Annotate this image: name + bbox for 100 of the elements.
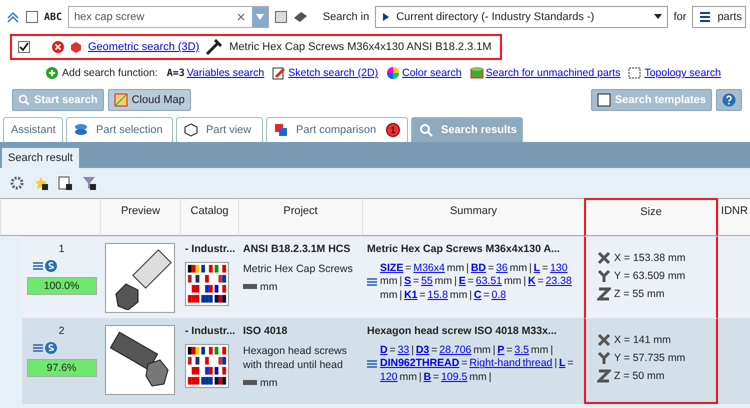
- value-link[interactable]: 63.51: [476, 275, 502, 288]
- unit-label: mm: [260, 280, 278, 293]
- summary-text: =: [419, 288, 426, 301]
- summary-text: =: [542, 262, 548, 274]
- target-select[interactable]: parts: [692, 6, 746, 28]
- cloud-map-button[interactable]: Cloud Map: [108, 89, 191, 111]
- parameter-link[interactable]: E: [458, 275, 466, 288]
- count-badge: 1: [386, 123, 400, 137]
- match-score: 97.6%: [26, 359, 96, 377]
- value-link[interactable]: 28.706: [439, 344, 472, 356]
- geometric-search-link[interactable]: Geometric search (3D): [88, 41, 200, 53]
- parameter-link[interactable]: K1: [404, 288, 418, 301]
- catalog-name: - Industr...: [185, 325, 233, 339]
- cylinder-icon: [470, 66, 484, 80]
- gear-icon[interactable]: [10, 176, 24, 190]
- summary-text: |: [554, 357, 558, 370]
- summary-text: =: [506, 344, 512, 356]
- summary-text: =: [468, 275, 474, 288]
- value-link[interactable]: 36: [496, 262, 508, 274]
- parameter-link[interactable]: B: [424, 370, 432, 383]
- match-score: 100.0%: [26, 277, 96, 295]
- search-function-link[interactable]: Topology search: [644, 67, 721, 79]
- tab[interactable]: Assistant: [3, 117, 63, 142]
- flags-drawing: [185, 262, 229, 306]
- search-box[interactable]: hex cap screw: [68, 6, 269, 28]
- filter-checkbox[interactable]: [18, 41, 30, 53]
- parameter-link[interactable]: BD: [470, 262, 486, 274]
- value-link[interactable]: 130: [550, 262, 568, 274]
- summary-text: =: [433, 370, 440, 383]
- y-axis-icon: [597, 351, 611, 365]
- size-value: X = 153.38 mm: [614, 252, 686, 264]
- parts-icon: [274, 123, 288, 137]
- project-description: Hexagon head screws with thread until head: [243, 344, 348, 372]
- value-link[interactable]: 109.5: [441, 370, 468, 383]
- summary-text: mm |: [446, 262, 469, 274]
- directory-select[interactable]: Current directory (- Industry Standards -): [375, 6, 668, 28]
- value-link[interactable]: Right-hand thread: [469, 357, 552, 370]
- parameter-link[interactable]: K: [528, 275, 536, 288]
- y-axis-icon: [597, 269, 611, 283]
- color-wheel-icon: [386, 66, 400, 80]
- parameter-link[interactable]: D3: [416, 344, 430, 356]
- size-value: Y = 57.735 mm: [614, 352, 686, 364]
- value-link[interactable]: 120: [380, 370, 398, 383]
- parameter-link[interactable]: S: [404, 275, 412, 288]
- sketch-icon: [272, 66, 286, 80]
- summary-text: mm |: [530, 344, 554, 356]
- filter-save-icon[interactable]: [82, 176, 96, 190]
- clear-icon[interactable]: [236, 12, 246, 22]
- project-description: Metric Hex Cap Screws: [243, 262, 354, 276]
- star-save-icon[interactable]: [34, 176, 48, 190]
- parameter-link[interactable]: L: [534, 262, 540, 274]
- menu-icon: [33, 260, 43, 272]
- templates-icon: [596, 93, 611, 107]
- parameter-link[interactable]: SIZE: [380, 262, 404, 274]
- abc-checkbox[interactable]: [26, 11, 38, 23]
- tab[interactable]: Part comparison 1: [266, 117, 408, 142]
- tab[interactable]: Part selection: [66, 117, 173, 142]
- column-header[interactable]: Size: [640, 206, 662, 235]
- column-header[interactable]: Summary: [450, 205, 498, 235]
- search-function-link[interactable]: Sketch search (2D): [288, 67, 378, 79]
- search-field[interactable]: hex cap screw: [69, 11, 236, 23]
- search-icon: [18, 94, 30, 106]
- parameter-link[interactable]: D: [380, 344, 388, 356]
- option-checkbox[interactable]: [274, 11, 287, 23]
- search-function-link[interactable]: Color search: [402, 67, 462, 79]
- search-function-link[interactable]: Search for unmachined parts: [486, 67, 620, 79]
- parameter-link[interactable]: P: [497, 344, 504, 356]
- abc-label: ABC: [44, 12, 62, 22]
- list-icon: [699, 11, 712, 23]
- tab[interactable]: Part view: [176, 117, 263, 142]
- size-value: X = 141 mm: [614, 334, 671, 346]
- value-link[interactable]: 33: [398, 344, 410, 356]
- value-link[interactable]: 23.38: [546, 275, 572, 288]
- search-function-link[interactable]: Variables search: [186, 67, 264, 79]
- table-save-icon[interactable]: [58, 176, 72, 190]
- value-link[interactable]: 3.5: [514, 344, 529, 356]
- help-button[interactable]: [716, 89, 742, 111]
- value-link[interactable]: 55: [421, 275, 433, 288]
- unit-label: mm: [260, 376, 278, 389]
- remove-icon[interactable]: [52, 41, 64, 53]
- s-badge-icon: [45, 260, 57, 272]
- parameter-link[interactable]: C: [474, 288, 482, 301]
- value-link[interactable]: M36x4: [413, 262, 445, 274]
- summary-text: =: [405, 262, 412, 274]
- summary-text: =: [431, 344, 438, 356]
- summary-title: Metric Hex Cap Screws M36x4x130 A...: [367, 243, 561, 257]
- row-number: 1: [58, 243, 64, 255]
- parameter-link[interactable]: DIN962THREAD: [380, 357, 460, 370]
- map-icon: [114, 93, 128, 107]
- value-link[interactable]: 0.8: [491, 288, 506, 301]
- add-function-label: Add search function:: [62, 67, 158, 79]
- value-link[interactable]: 15.8: [427, 288, 448, 301]
- cube-icon: [184, 123, 198, 137]
- cube-icon: [70, 41, 82, 53]
- summary-text: =: [538, 275, 544, 288]
- topology-icon: [628, 66, 642, 80]
- filter-description: Metric Hex Cap Screws M36x4x130 ANSI B18.2.3.1M: [229, 41, 492, 53]
- search-result-tab[interactable]: Search result: [2, 148, 79, 168]
- collapse-icon[interactable]: [6, 10, 20, 24]
- parameter-link[interactable]: L: [558, 357, 566, 370]
